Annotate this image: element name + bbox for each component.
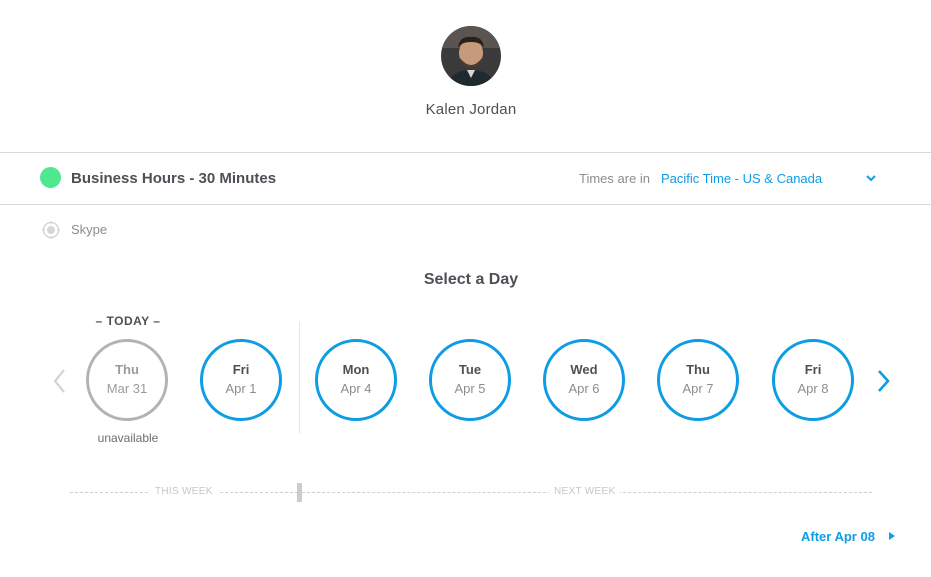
day-date: Apr 7 bbox=[682, 381, 714, 396]
caret-right-icon[interactable] bbox=[888, 531, 896, 541]
day-date: Apr 6 bbox=[568, 381, 600, 396]
next-week-label: NEXT WEEK bbox=[549, 486, 621, 497]
day-date: Apr 5 bbox=[454, 381, 486, 396]
day-date: Apr 1 bbox=[225, 381, 257, 396]
day-name: Tue bbox=[458, 362, 482, 377]
event-title: Business Hours - 30 Minutes bbox=[71, 170, 277, 187]
chevron-down-icon[interactable] bbox=[864, 173, 878, 183]
day-date: Apr 4 bbox=[340, 381, 372, 396]
after-date-link[interactable]: After Apr 08 bbox=[801, 529, 875, 544]
timezone-selector[interactable]: Pacific Time - US & Canada bbox=[661, 171, 822, 186]
chevron-left-icon[interactable] bbox=[50, 366, 70, 396]
day-name: Fri bbox=[232, 362, 250, 377]
timezone-label: Times are in bbox=[579, 171, 651, 186]
event-divider bbox=[0, 204, 931, 205]
day-date: Mar 31 bbox=[106, 381, 148, 396]
day-thu-mar-31: Thu Mar 31 bbox=[86, 339, 168, 421]
day-mon-apr-4[interactable]: Mon Apr 4 bbox=[315, 339, 397, 421]
week-separator bbox=[299, 322, 300, 434]
day-wed-apr-6[interactable]: Wed Apr 6 bbox=[543, 339, 625, 421]
day-date: Apr 8 bbox=[797, 381, 829, 396]
host-profile: Kalen Jordan bbox=[0, 0, 931, 152]
host-name: Kalen Jordan bbox=[425, 101, 517, 118]
day-name: Thu bbox=[686, 362, 710, 377]
this-week-label: THIS WEEK bbox=[150, 486, 218, 497]
day-thu-apr-7[interactable]: Thu Apr 7 bbox=[657, 339, 739, 421]
chevron-right-icon[interactable] bbox=[873, 366, 893, 396]
unavailable-label: unavailable bbox=[97, 431, 159, 445]
location-label: Skype bbox=[71, 222, 108, 237]
week-marker bbox=[297, 483, 302, 502]
day-name: Wed bbox=[570, 362, 598, 377]
day-fri-apr-1[interactable]: Fri Apr 1 bbox=[200, 339, 282, 421]
select-day-title: Select a Day bbox=[423, 271, 519, 288]
event-color-dot bbox=[40, 167, 61, 188]
day-name: Thu bbox=[115, 362, 139, 377]
event-details-row: Business Hours - 30 Minutes Times are in… bbox=[0, 153, 931, 204]
location-target-icon bbox=[42, 221, 60, 239]
day-name: Mon bbox=[342, 362, 370, 377]
day-fri-apr-8[interactable]: Fri Apr 8 bbox=[772, 339, 854, 421]
today-label: – TODAY – bbox=[95, 314, 161, 328]
day-name: Fri bbox=[804, 362, 822, 377]
host-avatar bbox=[441, 26, 501, 86]
day-tue-apr-5[interactable]: Tue Apr 5 bbox=[429, 339, 511, 421]
